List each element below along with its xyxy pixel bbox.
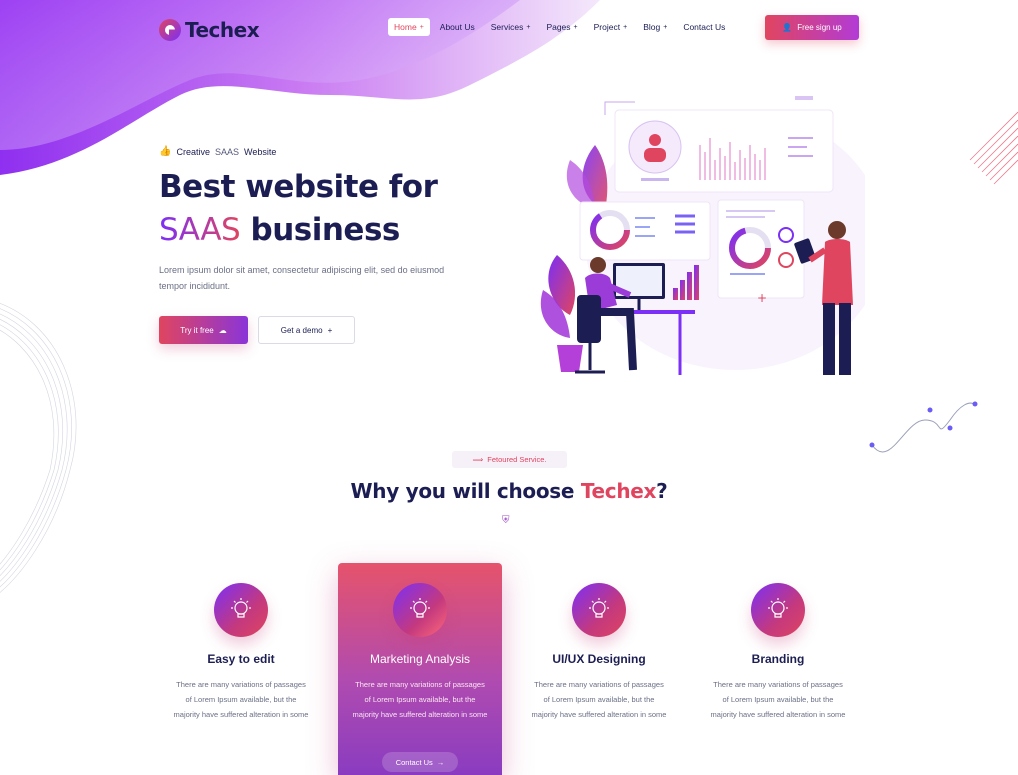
nav-label: Project	[593, 22, 621, 32]
double-arrow-icon: ⟹	[472, 455, 484, 464]
hero-description: Lorem ipsum dolor sit amet, consectetur …	[159, 265, 445, 291]
card-title: UI/UX Designing	[552, 652, 646, 666]
lightbulb-icon	[393, 583, 447, 637]
nav-label: Contact Us	[683, 22, 726, 32]
section-tag-label: Fetoured Service.	[487, 455, 547, 464]
nav-plus-icon: +	[573, 23, 578, 31]
lightbulb-icon	[751, 583, 805, 637]
nav-label: Services	[490, 22, 524, 32]
nav-item-project[interactable]: Project +	[588, 18, 634, 36]
lightbulb-icon	[214, 583, 268, 637]
hero-title-rest: business	[250, 212, 401, 248]
card-title: Marketing Analysis	[369, 652, 471, 666]
shield-icon: ⛨	[502, 515, 510, 526]
nav-label: About Us	[439, 22, 475, 32]
lightbulb-icon	[572, 583, 626, 637]
section-title: Why you will choose Techex?	[0, 479, 1018, 503]
nav-label: Pages	[546, 22, 571, 32]
service-card[interactable]: UI/UX Designing There are many variation…	[517, 563, 681, 775]
card-title: Easy to edit	[207, 652, 275, 666]
logo-mark-icon	[159, 19, 181, 41]
nav-label: Blog	[643, 22, 661, 32]
get-demo-button[interactable]: Get a demo +	[258, 316, 355, 344]
nav-item-services[interactable]: Services +	[485, 18, 537, 36]
card-text: There are many variations of passages of…	[531, 680, 667, 719]
contact-us-button[interactable]: Contact Us →	[382, 752, 458, 772]
service-card-active[interactable]: Marketing Analysis There are many variat…	[338, 563, 502, 775]
cloud-download-icon: ☁	[218, 325, 227, 335]
section-title-main: Why you will choose	[350, 479, 575, 503]
signup-label: Free sign up	[797, 23, 842, 32]
thumbs-up-icon: 👍	[159, 146, 172, 157]
hero-illustration: +	[540, 96, 865, 375]
service-card[interactable]: Easy to edit There are many variations o…	[159, 563, 323, 775]
free-signup-button[interactable]: 👤 Free sign up	[765, 15, 859, 40]
nav-plus-icon: +	[663, 23, 668, 31]
logo[interactable]: Techex	[159, 18, 260, 42]
hero-title: Best website for SAAS business	[159, 166, 438, 252]
section-title-accent: Techex	[580, 479, 657, 503]
arrow-right-icon: →	[436, 757, 445, 767]
card-text: There are many variations of passages of…	[352, 680, 488, 719]
card-text: There are many variations of passages of…	[173, 680, 309, 719]
main-nav: Home + About Us Services + Pages + Project +…	[388, 18, 731, 36]
card-text: There are many variations of passages of…	[710, 680, 846, 719]
nav-plus-icon: +	[623, 23, 628, 31]
hero-title-accent: SAAS	[159, 212, 241, 248]
nav-plus-icon: +	[419, 23, 424, 31]
svg-text:+: +	[757, 291, 767, 305]
nav-item-home[interactable]: Home +	[388, 18, 430, 36]
try-free-button[interactable]: Try it free ☁	[159, 316, 248, 344]
hero-badge: 👍 Creative SAAS Website	[159, 146, 276, 157]
try-label: Try it free	[180, 325, 214, 335]
nav-item-pages[interactable]: Pages +	[540, 18, 583, 36]
section-tag: ⟹ Fetoured Service.	[452, 451, 567, 468]
contact-us-label: Contact Us	[395, 757, 433, 767]
badge-suffix: Website	[243, 146, 277, 157]
nav-item-about[interactable]: About Us	[434, 18, 481, 36]
nav-plus-icon: +	[526, 23, 531, 31]
user-plus-icon: 👤	[782, 23, 793, 32]
badge-prefix: Creative	[176, 146, 210, 157]
plus-icon: +	[327, 325, 333, 335]
nav-item-contact[interactable]: Contact Us	[677, 18, 731, 36]
hero-title-line1: Best website for	[159, 169, 438, 205]
logo-text: Techex	[185, 18, 260, 42]
badge-middle: SAAS	[214, 146, 239, 157]
demo-label: Get a demo	[280, 325, 323, 335]
nav-item-blog[interactable]: Blog +	[637, 18, 673, 36]
section-title-end: ?	[656, 479, 668, 503]
nav-label: Home	[394, 22, 417, 32]
service-card[interactable]: Branding There are many variations of pa…	[696, 563, 860, 775]
background-decoration	[0, 0, 1018, 593]
card-title: Branding	[751, 652, 805, 666]
